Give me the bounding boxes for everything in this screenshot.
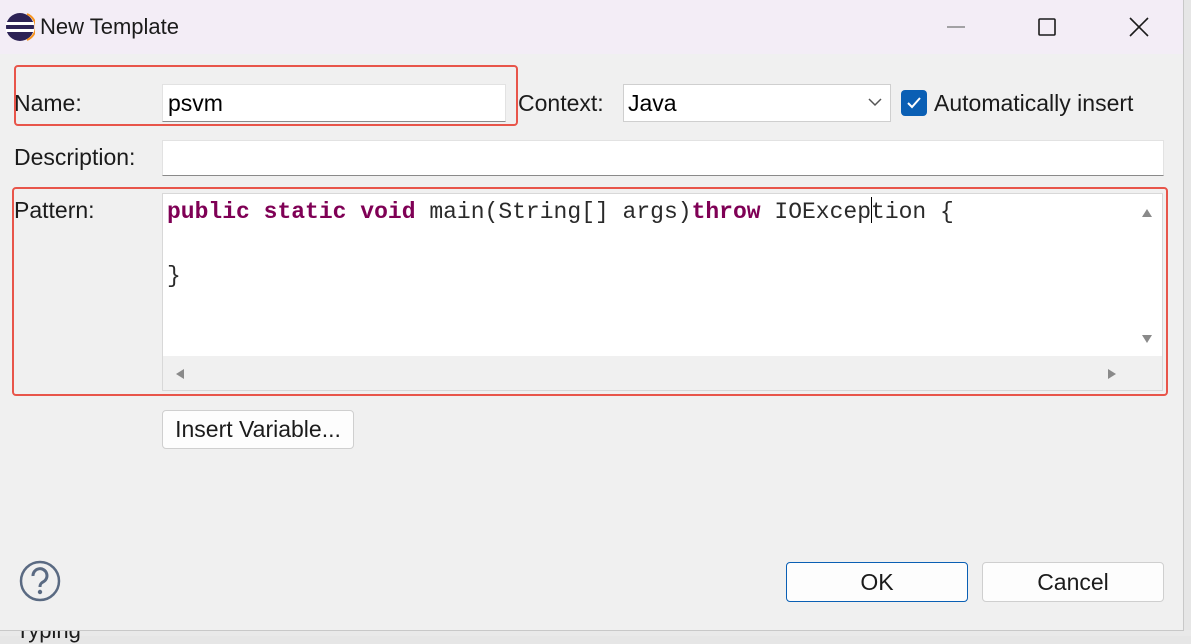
help-icon[interactable] xyxy=(19,560,61,602)
context-selected-value: Java xyxy=(628,90,677,116)
title-bar: New Template xyxy=(0,0,1183,54)
minimize-icon xyxy=(947,26,965,28)
cancel-button[interactable]: Cancel xyxy=(982,562,1164,602)
name-highlight-box xyxy=(14,65,518,126)
description-label: Description: xyxy=(14,144,136,170)
check-icon xyxy=(907,97,921,109)
auto-insert-checkbox[interactable] xyxy=(901,90,927,116)
insert-variable-button[interactable]: Insert Variable... xyxy=(162,410,354,449)
maximize-icon xyxy=(1038,18,1056,36)
close-icon xyxy=(1129,17,1149,37)
description-input[interactable] xyxy=(162,140,1164,176)
ok-button[interactable]: OK xyxy=(786,562,968,602)
context-select[interactable]: Java xyxy=(623,84,891,122)
minimize-button[interactable] xyxy=(910,0,1002,54)
auto-insert-label: Automatically insert xyxy=(934,90,1134,116)
maximize-button[interactable] xyxy=(1001,0,1093,54)
eclipse-icon xyxy=(6,13,35,41)
new-template-dialog: New Template Name: psvm Context: Java Au… xyxy=(0,0,1184,631)
close-button[interactable] xyxy=(1093,0,1185,54)
chevron-down-icon xyxy=(868,98,882,107)
context-label: Context: xyxy=(518,90,604,116)
window-title: New Template xyxy=(40,14,179,39)
pattern-highlight-box xyxy=(12,187,1168,396)
